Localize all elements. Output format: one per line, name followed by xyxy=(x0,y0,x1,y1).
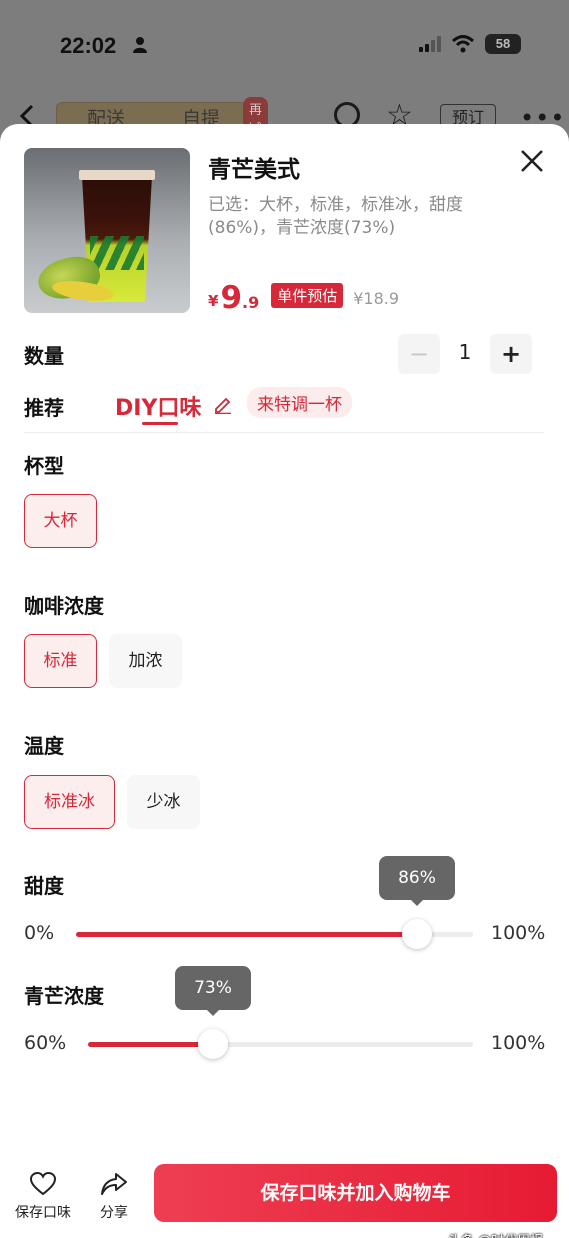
estimate-badge: 单件预估 xyxy=(271,283,344,308)
battery-icon: 58 xyxy=(485,34,521,54)
wifi-icon xyxy=(451,35,475,53)
watermark: 头条 @时代周报 xyxy=(448,1230,543,1238)
mango-strength-fill xyxy=(88,1042,213,1047)
sweetness-tooltip: 86% xyxy=(379,856,455,906)
quantity-plus-button[interactable]: + xyxy=(490,334,532,374)
save-flavor-label: 保存口味 xyxy=(15,1205,71,1221)
mango-strength-slider[interactable]: 73% xyxy=(88,966,473,1059)
cup-lid-graphic xyxy=(79,170,155,180)
close-icon[interactable] xyxy=(519,148,545,174)
share-button[interactable]: 分享 xyxy=(92,1172,136,1222)
status-bar: 22:02 58 xyxy=(0,0,569,80)
product-image xyxy=(24,148,190,313)
share-label: 分享 xyxy=(100,1205,128,1221)
price-symbol: ¥ xyxy=(208,292,219,310)
mango-strength-max: 100% xyxy=(491,1032,546,1054)
mango-strength-label: 青芒浓度 xyxy=(24,984,104,1008)
special-blend-tag[interactable]: 来特调一杯 xyxy=(247,387,352,418)
heart-icon xyxy=(30,1172,56,1196)
option-temp-standard-ice[interactable]: 标准冰 xyxy=(24,775,115,829)
quantity-label: 数量 xyxy=(24,344,64,368)
quantity-value: 1 xyxy=(458,340,472,364)
save-flavor-button[interactable]: 保存口味 xyxy=(10,1172,76,1222)
mango-strength-knob[interactable] xyxy=(198,1029,228,1059)
price-row: ¥ 9 .9 单件预估 ¥18.9 xyxy=(208,280,399,314)
product-options-sheet: 青芒美式 已选：大杯，标准，标准冰，甜度(86%)，青芒浓度(73%) ¥ 9 … xyxy=(0,124,569,1238)
bottom-action-bar: 保存口味 分享 保存口味并加入购物车 头条 @时代周报 xyxy=(0,1144,569,1238)
person-icon xyxy=(133,37,147,53)
quantity-minus-button[interactable]: − xyxy=(398,334,440,374)
divider xyxy=(24,432,544,433)
cup-size-label: 杯型 xyxy=(24,454,64,478)
diy-tab-indicator xyxy=(142,422,178,425)
coffee-strength-label: 咖啡浓度 xyxy=(24,594,104,618)
status-time: 22:02 xyxy=(60,33,117,58)
mango-strength-tooltip: 73% xyxy=(175,966,251,1016)
option-strength-standard[interactable]: 标准 xyxy=(24,634,97,688)
sweetness-knob[interactable] xyxy=(402,919,432,949)
product-title: 青芒美式 xyxy=(208,157,300,183)
option-cup-large[interactable]: 大杯 xyxy=(24,494,97,548)
original-price: ¥18.9 xyxy=(353,289,400,308)
diy-flavor-tab[interactable]: DIY口味 xyxy=(115,390,201,422)
option-temp-less-ice[interactable]: 少冰 xyxy=(127,775,200,829)
price-decimal: .9 xyxy=(242,293,260,312)
add-to-cart-button[interactable]: 保存口味并加入购物车 xyxy=(154,1164,557,1222)
sweetness-max: 100% xyxy=(491,922,546,944)
signal-icon xyxy=(419,36,441,52)
sweetness-fill xyxy=(76,932,417,937)
price-integer: 9 xyxy=(220,280,243,316)
sweetness-slider[interactable]: 86% xyxy=(76,856,473,949)
sweetness-min: 0% xyxy=(24,922,55,944)
share-icon xyxy=(101,1173,127,1195)
cup-logo-graphic xyxy=(90,236,144,270)
temperature-label: 温度 xyxy=(24,734,64,758)
recommend-label: 推荐 xyxy=(24,396,64,420)
mango-strength-min: 60% xyxy=(24,1032,67,1054)
selected-summary: 已选：大杯，标准，标准冰，甜度(86%)，青芒浓度(73%) xyxy=(208,195,463,238)
option-strength-extra[interactable]: 加浓 xyxy=(109,634,182,688)
edit-icon[interactable] xyxy=(213,394,233,414)
status-icons: 58 xyxy=(419,34,521,54)
sweetness-label: 甜度 xyxy=(24,874,64,898)
